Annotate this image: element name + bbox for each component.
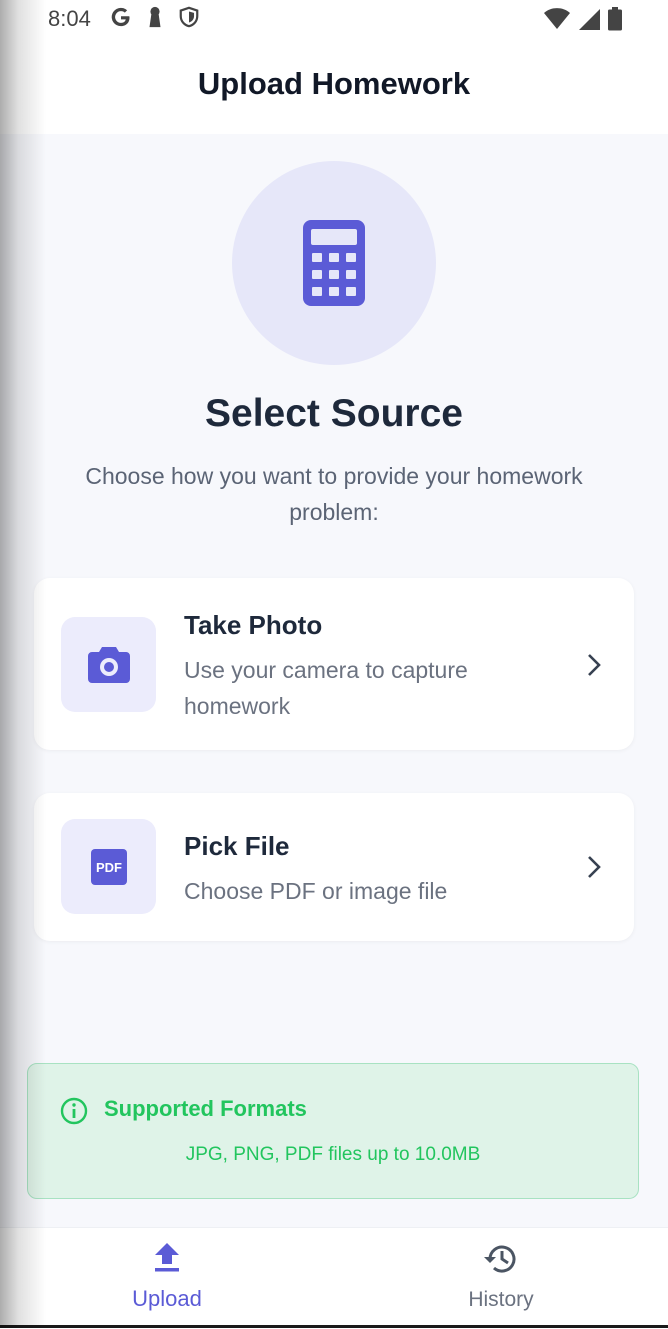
upload-icon <box>155 1243 179 1272</box>
supported-formats-description: JPG, PNG, PDF files up to 10.0MB <box>185 1144 481 1165</box>
nav-item-history[interactable]: History <box>401 1228 601 1328</box>
svg-text:PDF: PDF <box>96 860 122 875</box>
take-photo-icon-box <box>61 617 156 712</box>
keyhole-icon <box>149 6 161 28</box>
chevron-right-icon <box>588 856 601 878</box>
section-subtitle: Choose how you want to provide your home… <box>85 463 583 525</box>
take-photo-description: Use your camera to capture homework <box>184 657 468 719</box>
calculator-icon <box>303 220 365 306</box>
pdf-icon: PDF <box>90 848 127 885</box>
status-left-icons <box>110 6 200 28</box>
bottom-navigation: Upload History <box>0 1227 668 1329</box>
shield-icon <box>179 6 199 28</box>
info-icon <box>60 1097 88 1125</box>
status-bar: 8:04 <box>0 0 668 40</box>
history-icon <box>484 1245 516 1273</box>
pick-file-title: Pick File <box>184 831 290 861</box>
supported-formats-panel: Supported Formats JPG, PNG, PDF files up… <box>27 1063 639 1199</box>
status-time: 8:04 <box>48 6 91 31</box>
app-bar: Upload Homework <box>0 40 668 134</box>
google-icon <box>111 7 130 27</box>
cell-signal-icon <box>579 9 600 30</box>
pick-file-description: Choose PDF or image file <box>184 878 448 904</box>
take-photo-option[interactable]: Take Photo Use your camera to capture ho… <box>34 578 634 750</box>
battery-icon <box>608 7 622 31</box>
pick-file-icon-box: PDF <box>61 819 156 914</box>
hero-icon-circle <box>232 161 436 365</box>
supported-formats-title: Supported Formats <box>104 1096 307 1121</box>
section-heading: Select Source <box>205 392 463 435</box>
pick-file-option[interactable]: PDF Pick File Choose PDF or image file <box>34 793 634 941</box>
camera-icon <box>87 646 130 683</box>
chevron-right-icon <box>588 654 601 676</box>
take-photo-title: Take Photo <box>184 610 323 640</box>
nav-label-upload: Upload <box>132 1286 202 1311</box>
nav-item-upload[interactable]: Upload <box>67 1228 267 1328</box>
wifi-icon <box>544 8 570 29</box>
page-title: Upload Homework <box>197 66 471 101</box>
status-right-icons <box>544 7 622 31</box>
nav-label-history: History <box>468 1288 534 1311</box>
